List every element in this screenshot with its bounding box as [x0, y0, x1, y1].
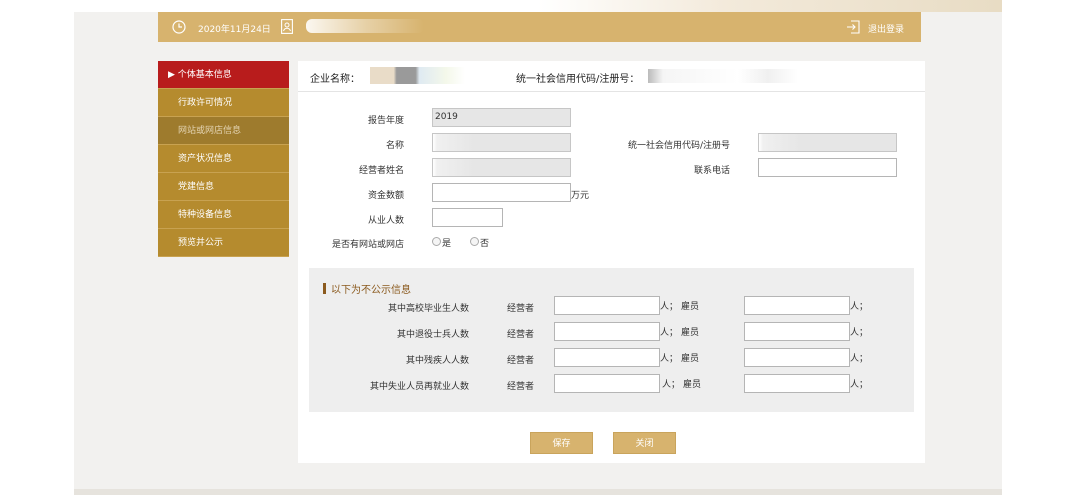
- website-no-label: 否: [480, 239, 490, 249]
- reemployed-label: 其中失业人员再就业人数: [369, 382, 469, 392]
- name-label: 名称: [385, 141, 404, 151]
- disabled-unit-1: 人；: [660, 354, 679, 364]
- disabled-unit-2: 人；: [850, 354, 869, 364]
- top-banner-strip: [74, 0, 1002, 12]
- reemployed-operator-input[interactable]: [554, 374, 660, 393]
- staff-count-label: 从业人数: [367, 216, 404, 226]
- sidebar-item-preview-publish[interactable]: 预览并公示: [158, 229, 289, 257]
- name-field: [432, 133, 571, 152]
- user-name-redacted: [306, 19, 424, 33]
- disabled-employee-label: 雇员: [681, 354, 700, 364]
- user-card-icon: [281, 19, 293, 37]
- enterprise-info-row: 企业名称： 统一社会信用代码/注册号：: [298, 61, 925, 92]
- non-public-section-title: 以下为不公示信息: [323, 281, 411, 296]
- enterprise-name-redacted: [370, 67, 465, 84]
- sidebar: ▶ 个体基本信息 行政许可情况 网站或网店信息 资产状况信息 党建信息 特种设备…: [158, 61, 289, 257]
- disabled-operator-input[interactable]: [554, 348, 660, 367]
- website-question-label: 是否有网站或网店: [331, 240, 404, 250]
- veterans-employee-label: 雇员: [681, 328, 700, 338]
- graduates-label: 其中高校毕业生人数: [387, 304, 469, 314]
- sidebar-item-website[interactable]: 网站或网店信息: [158, 117, 289, 145]
- sidebar-item-admin-license[interactable]: 行政许可情况: [158, 89, 289, 117]
- operator-name-field: [432, 158, 571, 177]
- disabled-employee-input[interactable]: [744, 348, 850, 367]
- credit-code-redacted: [648, 69, 798, 83]
- report-year-label: 报告年度: [367, 116, 404, 126]
- phone-label: 联系电话: [693, 166, 730, 176]
- capital-input[interactable]: [432, 183, 571, 202]
- reemployed-operator-label: 经营者: [507, 382, 535, 392]
- graduates-operator-input[interactable]: [554, 296, 660, 315]
- sidebar-item-basic-info[interactable]: ▶ 个体基本信息: [158, 61, 289, 89]
- header-bar: 2020年11月24日 退出登录: [158, 12, 921, 42]
- sidebar-item-special-equipment[interactable]: 特种设备信息: [158, 201, 289, 229]
- disabled-operator-label: 经营者: [507, 356, 535, 366]
- website-no-radio[interactable]: [470, 237, 479, 246]
- non-public-info-section: 以下为不公示信息 其中高校毕业生人数 经营者 人； 雇员 人； 其中退役士兵人数…: [309, 268, 914, 412]
- veterans-unit-2: 人；: [850, 328, 869, 338]
- reemployed-employee-label: 雇员: [683, 380, 702, 390]
- sidebar-item-assets[interactable]: 资产状况信息: [158, 145, 289, 173]
- save-button[interactable]: 保存: [530, 432, 593, 454]
- non-public-title-text: 以下为不公示信息: [331, 285, 411, 296]
- sidebar-item-party-building[interactable]: 党建信息: [158, 173, 289, 201]
- veterans-operator-label: 经营者: [507, 330, 535, 340]
- website-yes-label: 是: [442, 239, 452, 249]
- footer-divider: [74, 489, 1002, 495]
- section-title-marker: [323, 283, 326, 294]
- graduates-employee-input[interactable]: [744, 296, 850, 315]
- phone-input[interactable]: [758, 158, 897, 177]
- veterans-unit-1: 人；: [660, 328, 679, 338]
- disabled-label: 其中残疾人人数: [405, 356, 469, 366]
- veterans-employee-input[interactable]: [744, 322, 850, 341]
- main-panel: 企业名称： 统一社会信用代码/注册号： 报告年度 2019 名称 统一社会信用代…: [298, 61, 925, 463]
- credit-code-field-label: 统一社会信用代码/注册号: [627, 141, 730, 151]
- graduates-unit-2: 人；: [850, 302, 869, 312]
- website-yes-radio[interactable]: [432, 237, 441, 246]
- graduates-unit-1: 人；: [660, 302, 679, 312]
- capital-unit: 万元: [571, 191, 590, 201]
- reemployed-unit-1: 人；: [662, 380, 681, 390]
- capital-label: 资金数额: [367, 191, 404, 201]
- credit-code-label: 统一社会信用代码/注册号：: [516, 74, 640, 85]
- veterans-label: 其中退役士兵人数: [396, 330, 469, 340]
- graduates-employee-label: 雇员: [681, 302, 700, 312]
- close-button[interactable]: 关闭: [613, 432, 676, 454]
- staff-count-input[interactable]: [432, 208, 503, 227]
- report-year-field: 2019: [432, 108, 571, 127]
- reemployed-unit-2: 人；: [850, 380, 869, 390]
- clock-icon: [172, 20, 186, 37]
- logout-link[interactable]: 退出登录: [868, 22, 904, 35]
- veterans-operator-input[interactable]: [554, 322, 660, 341]
- credit-code-field: [758, 133, 897, 152]
- operator-name-label: 经营者姓名: [358, 166, 404, 176]
- reemployed-employee-input[interactable]: [744, 374, 850, 393]
- current-date: 2020年11月24日: [198, 25, 271, 35]
- logout-icon[interactable]: [846, 20, 860, 37]
- enterprise-name-label: 企业名称：: [310, 74, 360, 85]
- graduates-operator-label: 经营者: [507, 304, 535, 314]
